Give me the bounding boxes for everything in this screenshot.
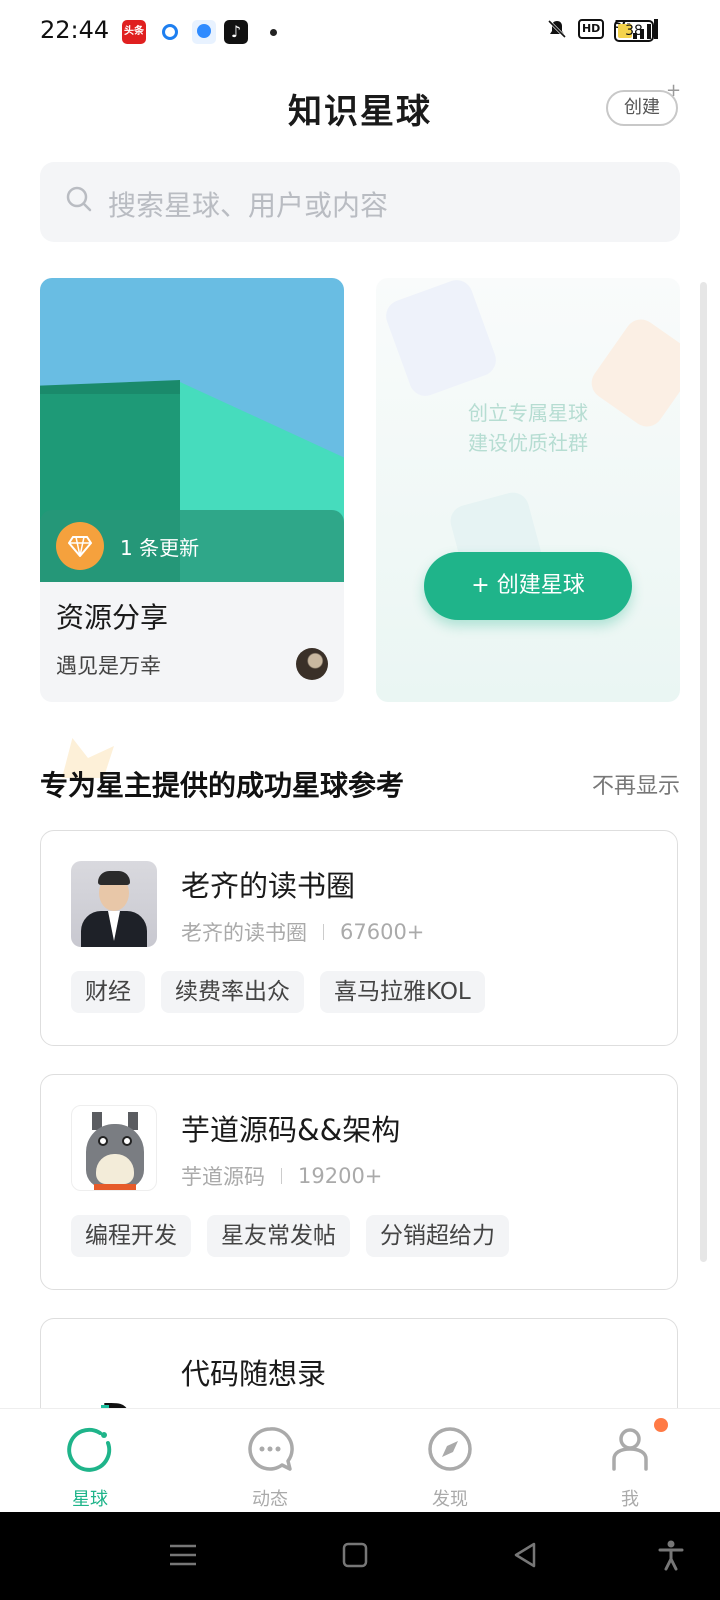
circle-name: 代码随想录 — [181, 1357, 327, 1391]
avatar — [71, 1105, 157, 1191]
circle-owner: 遇见是万幸 — [56, 654, 161, 678]
bottom-tab-bar: 星球 动态 发现 我 — [0, 1408, 720, 1513]
recommendation-card[interactable]: 老齐的读书圈 老齐的读书圈 67600+ 财经 续费率出众 喜马拉雅KOL — [40, 830, 678, 1046]
person-icon — [612, 1428, 648, 1471]
tab-label: 动态 — [252, 1489, 288, 1510]
circle-meta: 芋道源码 19200+ — [181, 1161, 382, 1191]
tab-activity[interactable]: 动态 — [180, 1409, 360, 1513]
tag-list: 编程开发 星友常发帖 分销超给力 — [71, 1215, 509, 1257]
search-placeholder: 搜索星球、用户或内容 — [108, 189, 389, 222]
divider — [281, 1168, 282, 1184]
system-nav-bar — [0, 1512, 720, 1600]
compass-icon — [428, 1427, 472, 1471]
create-circle-card: 创立专属星球 建设优质社群 + 创建星球 — [376, 278, 680, 702]
update-count: 1 条更新 — [120, 536, 200, 560]
accessibility-icon[interactable] — [654, 1538, 688, 1572]
chat-bubble-icon — [248, 1427, 294, 1471]
circle-owner: 老齐的读书圈 — [181, 921, 307, 945]
notification-badge — [654, 1418, 668, 1432]
circle-name: 资源分享 — [56, 601, 169, 634]
tab-label: 我 — [621, 1489, 639, 1510]
mute-bell-icon — [547, 19, 567, 39]
update-strip: 1 条更新 — [40, 510, 344, 582]
circle-owner: 芋道源码 — [181, 1165, 265, 1189]
tab-planet[interactable]: 星球 — [0, 1409, 180, 1513]
plus-icon: + — [666, 80, 682, 101]
tag: 分销超给力 — [366, 1215, 509, 1257]
status-bar: 22:44 头条 ♪ HD 5G 38 — [0, 0, 720, 62]
hide-section-button[interactable]: 不再显示 — [592, 768, 680, 800]
planet-icon — [67, 1427, 112, 1472]
my-circle-card[interactable]: 1 条更新 资源分享 遇见是万幸 — [40, 278, 344, 702]
tag: 续费率出众 — [161, 971, 304, 1013]
qq-browser-icon — [192, 20, 216, 44]
member-count: 67600+ — [340, 920, 425, 944]
search-input[interactable]: 搜索星球、用户或内容 — [40, 162, 680, 242]
menu-icon[interactable] — [166, 1538, 200, 1572]
toutiao-icon: 头条 — [122, 20, 146, 44]
circle-name: 老齐的读书圈 — [181, 869, 356, 903]
member-count: 19200+ — [298, 1164, 383, 1188]
tag: 编程开发 — [71, 1215, 191, 1257]
hd-icon: HD — [577, 19, 605, 39]
status-time: 22:44 — [40, 16, 110, 44]
create-tip-line1: 创立专属星球 — [468, 401, 588, 425]
decoration-shape — [381, 278, 501, 401]
section-title: 专为星主提供的成功星球参考 — [40, 769, 405, 802]
circle-cover-image: 1 条更新 — [40, 278, 344, 582]
tag: 喜马拉雅KOL — [320, 971, 485, 1013]
circle-name: 芋道源码&&架构 — [181, 1113, 401, 1147]
tab-discover[interactable]: 发现 — [360, 1409, 540, 1513]
tab-label: 发现 — [432, 1489, 468, 1510]
recommendation-card[interactable]: 芋道源码&&架构 芋道源码 19200+ 编程开发 星友常发帖 分销超给力 — [40, 1074, 678, 1290]
avatar — [71, 861, 157, 947]
diamond-icon — [56, 522, 104, 570]
search-icon — [66, 186, 92, 212]
tag: 星友常发帖 — [207, 1215, 350, 1257]
home-icon[interactable] — [338, 1538, 372, 1572]
circle-meta: 老齐的读书圈 67600+ — [181, 917, 424, 947]
battery-icon: 38 — [614, 20, 658, 42]
circle-app-icon — [158, 20, 182, 44]
tag: 财经 — [71, 971, 145, 1013]
create-circle-button[interactable]: + 创建星球 — [424, 552, 632, 620]
avatar — [296, 648, 328, 680]
tag-list: 财经 续费率出众 喜马拉雅KOL — [71, 971, 485, 1013]
create-tip: 创立专属星球 建设优质社群 — [376, 398, 680, 458]
tab-me[interactable]: 我 — [540, 1409, 720, 1513]
tab-label: 星球 — [72, 1489, 108, 1510]
scrollbar[interactable] — [700, 282, 707, 1262]
create-tip-line2: 建设优质社群 — [468, 431, 588, 455]
notification-dot — [270, 29, 277, 36]
divider — [323, 924, 324, 940]
tiktok-icon: ♪ — [224, 20, 248, 44]
back-icon[interactable] — [508, 1538, 542, 1572]
battery-level: 38 — [625, 23, 643, 39]
